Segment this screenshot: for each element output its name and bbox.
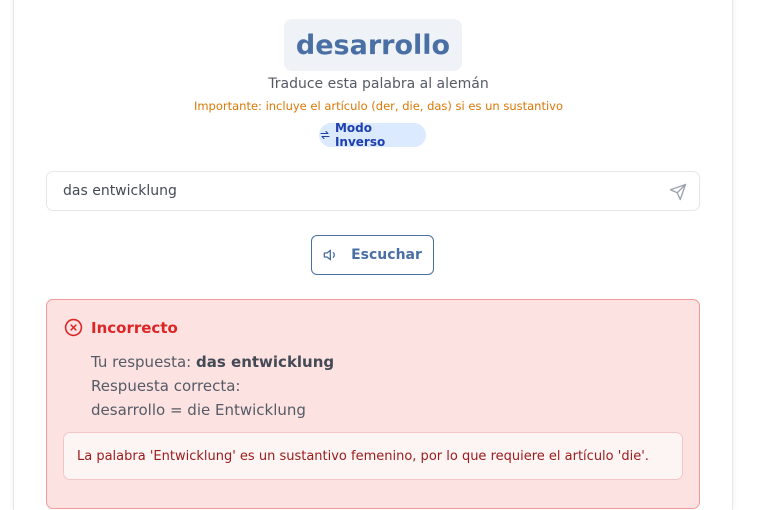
- correct-answer-value: desarrollo = die Entwicklung: [91, 401, 306, 419]
- article-note: Importante: incluye el artículo (der, di…: [193, 99, 564, 113]
- swap-icon: [320, 130, 330, 140]
- your-answer-line: Tu respuesta: das entwicklung: [91, 350, 334, 374]
- send-icon[interactable]: [669, 183, 687, 201]
- result-title: Incorrecto: [91, 318, 178, 337]
- answer-input[interactable]: [47, 172, 647, 210]
- instruction-text: Traduce esta palabra al alemán: [268, 76, 489, 92]
- x-circle-icon: [64, 318, 83, 337]
- explanation-box: La palabra 'Entwicklung' es un sustantiv…: [63, 432, 683, 480]
- correct-answer-label: Respuesta correcta:: [91, 377, 241, 395]
- answer-field[interactable]: [46, 171, 700, 211]
- inverse-mode-badge[interactable]: Modo Inverso: [319, 121, 426, 149]
- word-card: desarrollo: [284, 19, 462, 71]
- result-header: Incorrecto: [64, 318, 178, 337]
- listen-button[interactable]: Escuchar: [311, 235, 434, 275]
- prompt-word: desarrollo: [295, 29, 451, 61]
- listen-label: Escuchar: [351, 247, 422, 263]
- your-answer-value: das entwicklung: [196, 353, 335, 371]
- your-answer-label: Tu respuesta:: [91, 353, 197, 371]
- speaker-icon: [323, 249, 336, 261]
- result-panel: Incorrecto Tu respuesta: das entwicklung…: [46, 299, 700, 509]
- result-details: Tu respuesta: das entwicklung Respuesta …: [91, 350, 334, 422]
- explanation-text: La palabra 'Entwicklung' es un sustantiv…: [77, 448, 649, 464]
- mode-label: Modo Inverso: [334, 121, 386, 149]
